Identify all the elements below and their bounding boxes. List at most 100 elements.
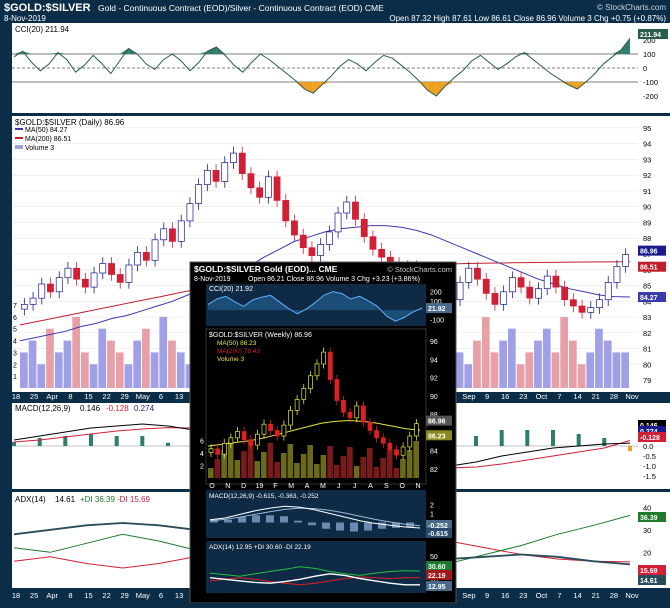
candle-body-36 (334, 212, 342, 233)
volume-tick-1: 6 (13, 315, 17, 322)
volume-tick-6: 1 (13, 374, 17, 381)
x-tick-8: 6 (159, 392, 163, 401)
inset-macd-hist-4 (266, 515, 274, 523)
candle-body-66 (596, 299, 603, 308)
ma50-legend: MA(50) 84.27 (25, 127, 68, 134)
x-tick-2: Apr (46, 392, 58, 401)
cci-tick-4: -200 (643, 92, 658, 101)
macd-tag-2: -0.128 (640, 435, 660, 442)
inset-ma50-legend: MA(50) 86.23 (217, 340, 257, 347)
candle-body-1 (29, 297, 37, 305)
inset-price-tick-1: 94 (430, 357, 438, 364)
inset-macd-label: MACD(12,26,9) -0.615, -0.363, -0.252 (209, 493, 319, 500)
candle-body-4 (55, 277, 63, 293)
inset-candle-body-5 (241, 431, 247, 441)
inset-volume-bar-24 (367, 448, 373, 478)
inset-volume-bar-14 (300, 454, 307, 478)
adx-value: 14.61 (55, 495, 76, 504)
price-tag-ma200: 86.51 (640, 265, 658, 272)
candle-body-38 (352, 201, 359, 220)
inset-candle-body-30 (407, 435, 413, 448)
volume-bar-53 (481, 316, 490, 388)
inset-watermark: © StockCharts.com (387, 265, 452, 274)
inset-adx-tag-adx: 12.95 (428, 584, 446, 591)
x-tick-28: 23 (519, 392, 527, 401)
macd-hist-bar-22 (576, 434, 581, 446)
volume-bar-8 (89, 364, 98, 388)
macd-value-2: -0.128 (106, 404, 129, 413)
inset-macd-tick-0: 2 (430, 503, 434, 510)
candle-body-9 (99, 263, 107, 274)
inset-macd-hist-7 (308, 522, 316, 526)
inset-macd-hist-8 (322, 522, 330, 529)
volume-bar-57 (516, 364, 525, 388)
inset-volume-tick-2: 2 (200, 463, 204, 470)
x-tick-bottom-26: 9 (485, 591, 489, 600)
macd-hist-bar-20 (525, 430, 530, 446)
chart-date: 8-Nov-2019 (4, 14, 46, 23)
macd-label: MACD(12,26,9) (15, 404, 71, 413)
volume-bar-66 (595, 328, 603, 388)
ma200-legend-swatch (15, 137, 23, 139)
inset-candle-body-8 (261, 423, 267, 435)
x-tick-bottom-9: 13 (175, 591, 183, 600)
inset-volume-bar-11 (280, 453, 287, 478)
inset-volume-bar-4 (234, 460, 241, 478)
candle-body-52 (474, 267, 481, 280)
inset-x-tick-9: J (353, 483, 357, 490)
inset-macd-hist-3 (252, 515, 260, 523)
x-tick-bottom-30: 7 (557, 591, 561, 600)
price-tick-14: 81 (643, 345, 651, 354)
candle-body-55 (500, 291, 508, 305)
chart-root: $GOLD:$SILVER Gold - Continuous Contract… (0, 0, 670, 604)
inset-candle-body-7 (255, 433, 260, 446)
chart-svg: $GOLD:$SILVER Gold - Continuous Contract… (4, 2, 670, 604)
inset-volume-bar-9 (267, 443, 274, 478)
candle-body-14 (142, 252, 150, 261)
inset-candle-body-17 (321, 351, 326, 365)
candle-body-59 (535, 288, 542, 299)
candle-body-8 (90, 272, 98, 288)
inset-x-tick-10: A (368, 483, 373, 490)
inset-candle-body-18 (327, 351, 333, 380)
inset-volume-bar-15 (307, 445, 313, 478)
volume-bar-5 (63, 340, 72, 388)
x-tick-30: 7 (557, 392, 561, 401)
volume-tick-0: 7 (13, 303, 17, 310)
inset-candle-body-29 (400, 446, 406, 456)
inset-candle-body-6 (248, 439, 254, 446)
volume-bar-11 (115, 352, 124, 388)
adx-tick-2: 20 (643, 548, 651, 557)
inset-price-tick-2: 92 (430, 376, 438, 383)
candle-body-10 (108, 263, 115, 275)
x-tick-bottom-4: 15 (84, 591, 92, 600)
volume-bar-61 (551, 352, 560, 388)
inset-candle-body-13 (294, 399, 300, 411)
candle-body-60 (543, 275, 551, 290)
price-tick-7: 88 (643, 234, 651, 243)
inset-volume-bar-1 (214, 459, 221, 478)
inset-adx-tag-minus: 22.19 (428, 573, 446, 580)
candle-body-67 (604, 282, 612, 301)
price-tick-1: 94 (643, 140, 651, 149)
volume-bar-3 (46, 328, 54, 388)
volume-tick-5: 2 (13, 362, 17, 369)
ma200-legend: MA(200) 86.51 (25, 136, 71, 143)
volume-bar-63 (569, 340, 577, 388)
volume-bar-51 (464, 364, 473, 388)
inset-candle-body-20 (341, 400, 346, 413)
candle-body-17 (169, 228, 176, 242)
chart-description: Gold - Continuous Contract (EOD)/Silver … (98, 3, 384, 13)
volume-bar-67 (603, 340, 612, 388)
candle-body-69 (622, 254, 630, 267)
macd-value-3: 0.274 (134, 404, 155, 413)
inset-macd-tag-1: -0.615 (428, 531, 448, 538)
macd-tick-3: -0.5 (643, 452, 656, 461)
inset-volume-bar-18 (327, 446, 333, 478)
x-tick-34: Nov (625, 392, 639, 401)
candle-body-23 (221, 162, 229, 182)
inset-candle-body-15 (308, 375, 313, 389)
inset-candle-body-11 (281, 424, 287, 437)
inset-candle-body-28 (394, 449, 399, 456)
inset-x-tick-13: N (415, 483, 420, 490)
